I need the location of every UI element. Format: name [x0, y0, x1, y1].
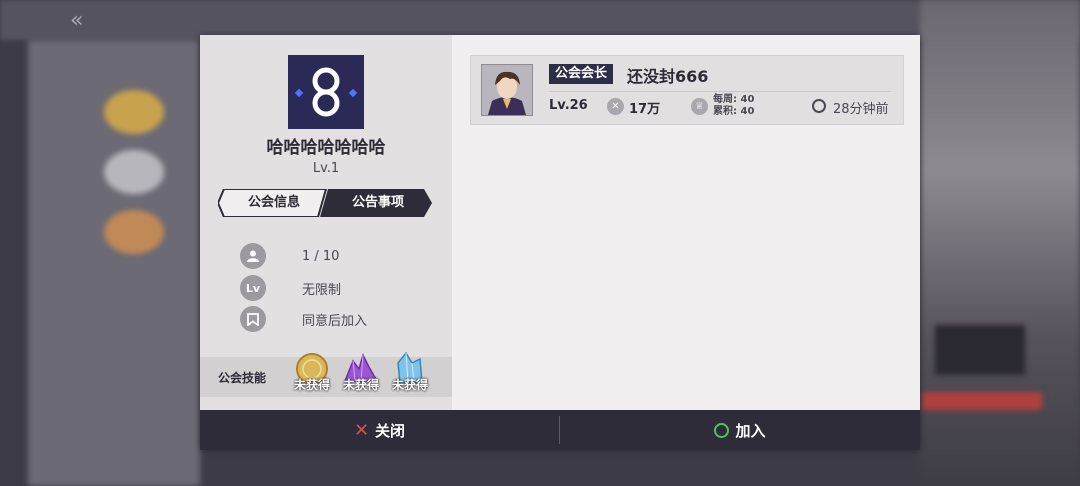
member-level: Lv.26 — [549, 98, 588, 113]
background-red-bar — [922, 392, 1042, 410]
skill-status: 未获得 — [342, 378, 379, 392]
background-medal-bronze — [104, 210, 164, 254]
guild-tabs: 公会信息 公告事项 — [218, 189, 434, 217]
close-button[interactable]: ✕ 关闭 — [200, 410, 559, 450]
join-button[interactable]: 加入 — [560, 410, 920, 450]
tab-guild-info[interactable]: 公会信息 — [228, 189, 320, 217]
card-divider — [549, 91, 891, 92]
tab-guild-notice[interactable]: 公告事项 — [328, 189, 428, 217]
background-medal-silver — [104, 150, 164, 194]
close-label: 关闭 — [375, 421, 406, 440]
guild-detail-dialog: 哈哈哈哈哈哈哈 Lv.1 公会信息 公告事项 1 / 10 Lv 无限制 同意后… — [200, 35, 920, 450]
guild-info-panel: 哈哈哈哈哈哈哈 Lv.1 公会信息 公告事项 1 / 10 Lv 无限制 同意后… — [200, 35, 452, 410]
trophy-icon: ♕ — [691, 98, 708, 115]
contribution: 每周: 40 累积: 40 — [713, 94, 754, 118]
background-medal-gold — [104, 90, 164, 134]
skill-purple-crystal[interactable]: 未获得 — [337, 351, 385, 397]
background-top-bar — [0, 0, 1080, 40]
guild-level: Lv.1 — [312, 161, 340, 176]
background-button — [935, 325, 1025, 375]
contribution-total: 累积: 40 — [713, 106, 755, 117]
combat-power-icon: ✕ — [607, 98, 624, 115]
skill-blue-crystal[interactable]: 未获得 — [386, 351, 434, 397]
skill-status: 未获得 — [391, 378, 428, 392]
skill-status: 未获得 — [293, 378, 330, 392]
person-icon — [240, 243, 266, 269]
back-icon: « — [70, 8, 84, 33]
guild-skills-label: 公会技能 — [218, 371, 267, 385]
level-icon: Lv — [240, 275, 266, 301]
level-limit: 无限制 — [302, 282, 342, 298]
level-limit-row: Lv 无限制 — [240, 275, 341, 301]
join-label: 加入 — [735, 421, 766, 440]
guild-skills-bar: 公会技能 未获得 未获得 未获得 — [200, 351, 452, 397]
dialog-footer: ✕ 关闭 加入 — [200, 410, 920, 450]
guild-name: 哈哈哈哈哈哈哈 — [266, 138, 386, 158]
member-count: 1 / 10 — [302, 248, 340, 264]
member-card[interactable]: 公会会长 还没封666 Lv.26 ✕ 17万 ♕ 每周: 40 累积: 40 … — [470, 55, 904, 125]
join-mode-row: 同意后加入 — [240, 306, 367, 332]
infinity-emblem-icon — [294, 67, 358, 117]
last-online: 28分钟前 — [833, 102, 889, 117]
close-icon: ✕ — [353, 419, 370, 441]
background-dragon-art — [920, 0, 1080, 486]
avatar — [481, 64, 533, 116]
guild-emblem — [288, 55, 364, 129]
role-badge: 公会会长 — [549, 64, 614, 84]
contribution-weekly: 每周: 40 — [713, 94, 755, 105]
clock-icon — [812, 99, 826, 113]
member-count-row: 1 / 10 — [240, 243, 339, 269]
member-name: 还没封666 — [627, 67, 709, 86]
skill-gold-coin[interactable]: 未获得 — [288, 351, 336, 397]
bookmark-icon — [240, 306, 266, 332]
combat-power: 17万 — [629, 102, 661, 117]
confirm-circle-icon — [714, 422, 730, 438]
join-mode: 同意后加入 — [302, 313, 368, 329]
